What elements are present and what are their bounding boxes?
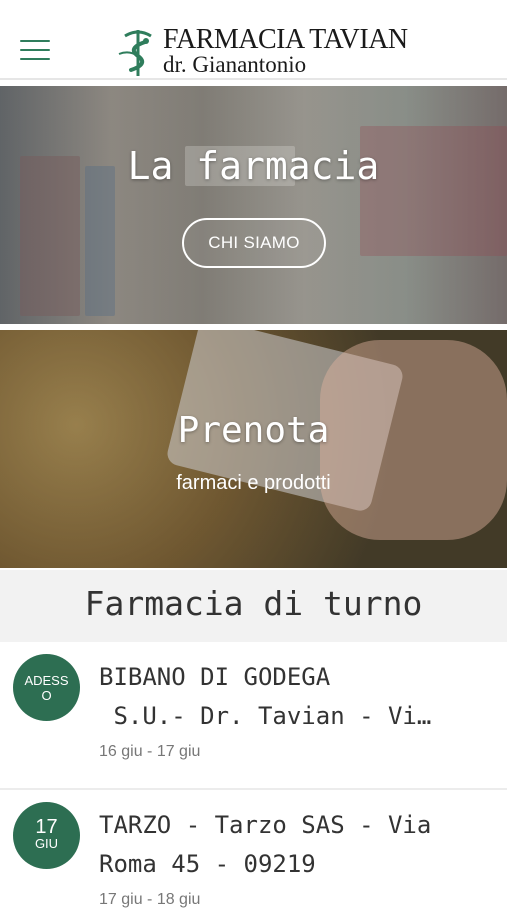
shift-dates: 16 giu - 17 giu: [99, 743, 201, 760]
hamburger-menu-icon[interactable]: [20, 40, 50, 62]
farmacia-title: La farmacia: [127, 144, 380, 188]
list-item[interactable]: ADESS O BIBANO DI GODEGA S.U.- Dr. Tavia…: [0, 642, 507, 788]
pharmacy-name: BIBANO DI GODEGA: [99, 663, 331, 691]
prenota-card[interactable]: Prenota farmaci e prodotti: [0, 330, 507, 568]
chi-siamo-button[interactable]: CHI SIAMO: [182, 218, 326, 268]
section-title: Farmacia di turno: [84, 584, 423, 623]
prenota-title: Prenota: [177, 410, 330, 451]
pharmacy-address: S.U.- Dr. Tavian - Vi…: [99, 702, 432, 730]
status-badge: ADESS O: [13, 654, 80, 721]
pharmacy-name: TARZO - Tarzo SAS - Via: [99, 811, 432, 839]
app-header: FARMACIA TAVIAN dr. Gianantonio: [0, 0, 507, 80]
prenota-subtitle: farmaci e prodotti: [176, 472, 331, 494]
pharmacy-address: Roma 45 - 09219: [99, 850, 316, 878]
badge-day: 17: [35, 816, 58, 838]
farmacia-card[interactable]: La farmacia CHI SIAMO: [0, 86, 507, 324]
section-header: Farmacia di turno: [0, 570, 507, 642]
badge-month: GIU: [34, 836, 59, 851]
shift-dates: 17 giu - 18 giu: [99, 891, 201, 908]
logo-subtitle: dr. Gianantonio: [163, 52, 307, 77]
date-badge: 17 GIU: [13, 802, 80, 869]
store-shelf-image: [85, 166, 115, 316]
caduceus-icon: [118, 30, 152, 76]
list-item[interactable]: 17 GIU TARZO - Tarzo SAS - Via Roma 45 -…: [0, 790, 507, 908]
pharmacy-logo[interactable]: FARMACIA TAVIAN dr. Gianantonio: [115, 24, 408, 79]
